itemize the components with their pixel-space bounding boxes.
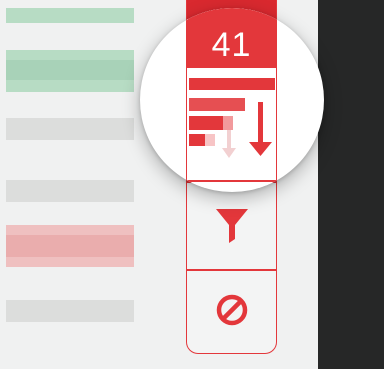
record-count: 41 xyxy=(211,25,252,64)
table-row xyxy=(6,118,134,140)
table-row xyxy=(6,60,134,80)
table-row xyxy=(6,80,134,92)
table-row xyxy=(6,257,134,267)
filter-button[interactable] xyxy=(187,181,276,269)
table-row xyxy=(6,180,134,202)
table-row xyxy=(6,50,134,60)
app-stage: 41 xyxy=(0,0,384,369)
clear-filter-icon xyxy=(216,294,247,326)
table-row xyxy=(6,300,134,322)
table-row xyxy=(6,225,134,235)
magnified-toolbar: 41 xyxy=(186,8,277,188)
dark-side-panel xyxy=(318,0,384,369)
clear-filter-button[interactable] xyxy=(187,270,276,350)
table-row xyxy=(6,8,134,23)
divider xyxy=(187,180,276,182)
table-row xyxy=(6,235,134,257)
record-count-badge: 41 xyxy=(187,8,276,68)
magnifier-lens: 41 xyxy=(140,8,324,192)
filter-icon xyxy=(215,209,248,243)
sort-descending-icon[interactable] xyxy=(187,72,275,172)
